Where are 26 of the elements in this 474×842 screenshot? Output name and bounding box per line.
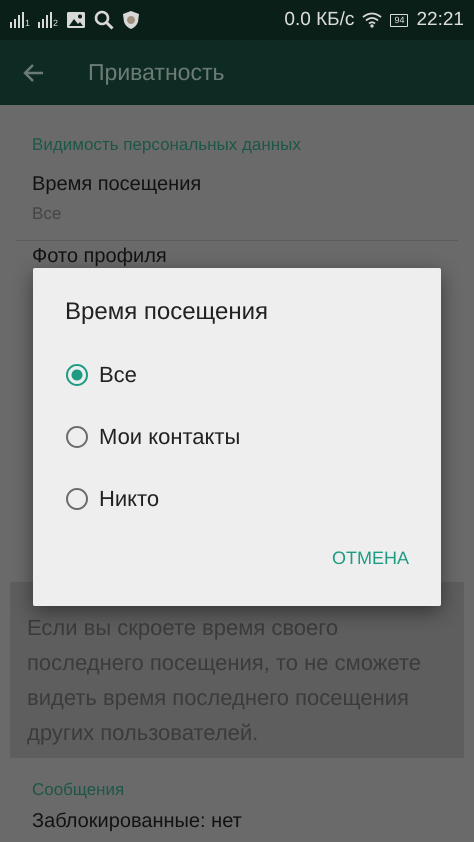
option-label[interactable]: Все [99, 362, 137, 388]
sim-number: 1 [25, 18, 30, 28]
setting-title[interactable]: Время посещения [32, 173, 442, 196]
signal-icon [38, 12, 52, 28]
radio-button[interactable] [65, 425, 89, 449]
option-label[interactable]: Никто [99, 486, 160, 512]
screen-title: Приватность [88, 59, 224, 86]
back-arrow-icon[interactable] [22, 62, 44, 82]
signal-icon [10, 12, 24, 28]
setting-title[interactable]: Фото профиля [32, 245, 442, 268]
clock-time: 22:21 [416, 9, 464, 31]
cancel-button[interactable]: ОТМЕНА [328, 540, 413, 577]
radio-button[interactable] [65, 363, 89, 387]
section-header: Видимость персональных данных [31, 134, 302, 156]
sim-number: 2 [53, 18, 58, 28]
radio-button[interactable] [65, 487, 89, 511]
network-speed: 0.0 КБ/с [284, 9, 354, 31]
section-header: Сообщения [31, 779, 126, 801]
battery-level: 94 [390, 14, 408, 26]
search-icon [94, 10, 114, 30]
wifi-icon [362, 12, 382, 28]
image-icon [66, 11, 86, 29]
setting-title[interactable]: Заблокированные: нет [32, 810, 442, 833]
option-label[interactable]: Мои контакты [99, 424, 240, 450]
shield-icon [122, 10, 140, 30]
dialog-title: Время посещения [65, 298, 270, 326]
